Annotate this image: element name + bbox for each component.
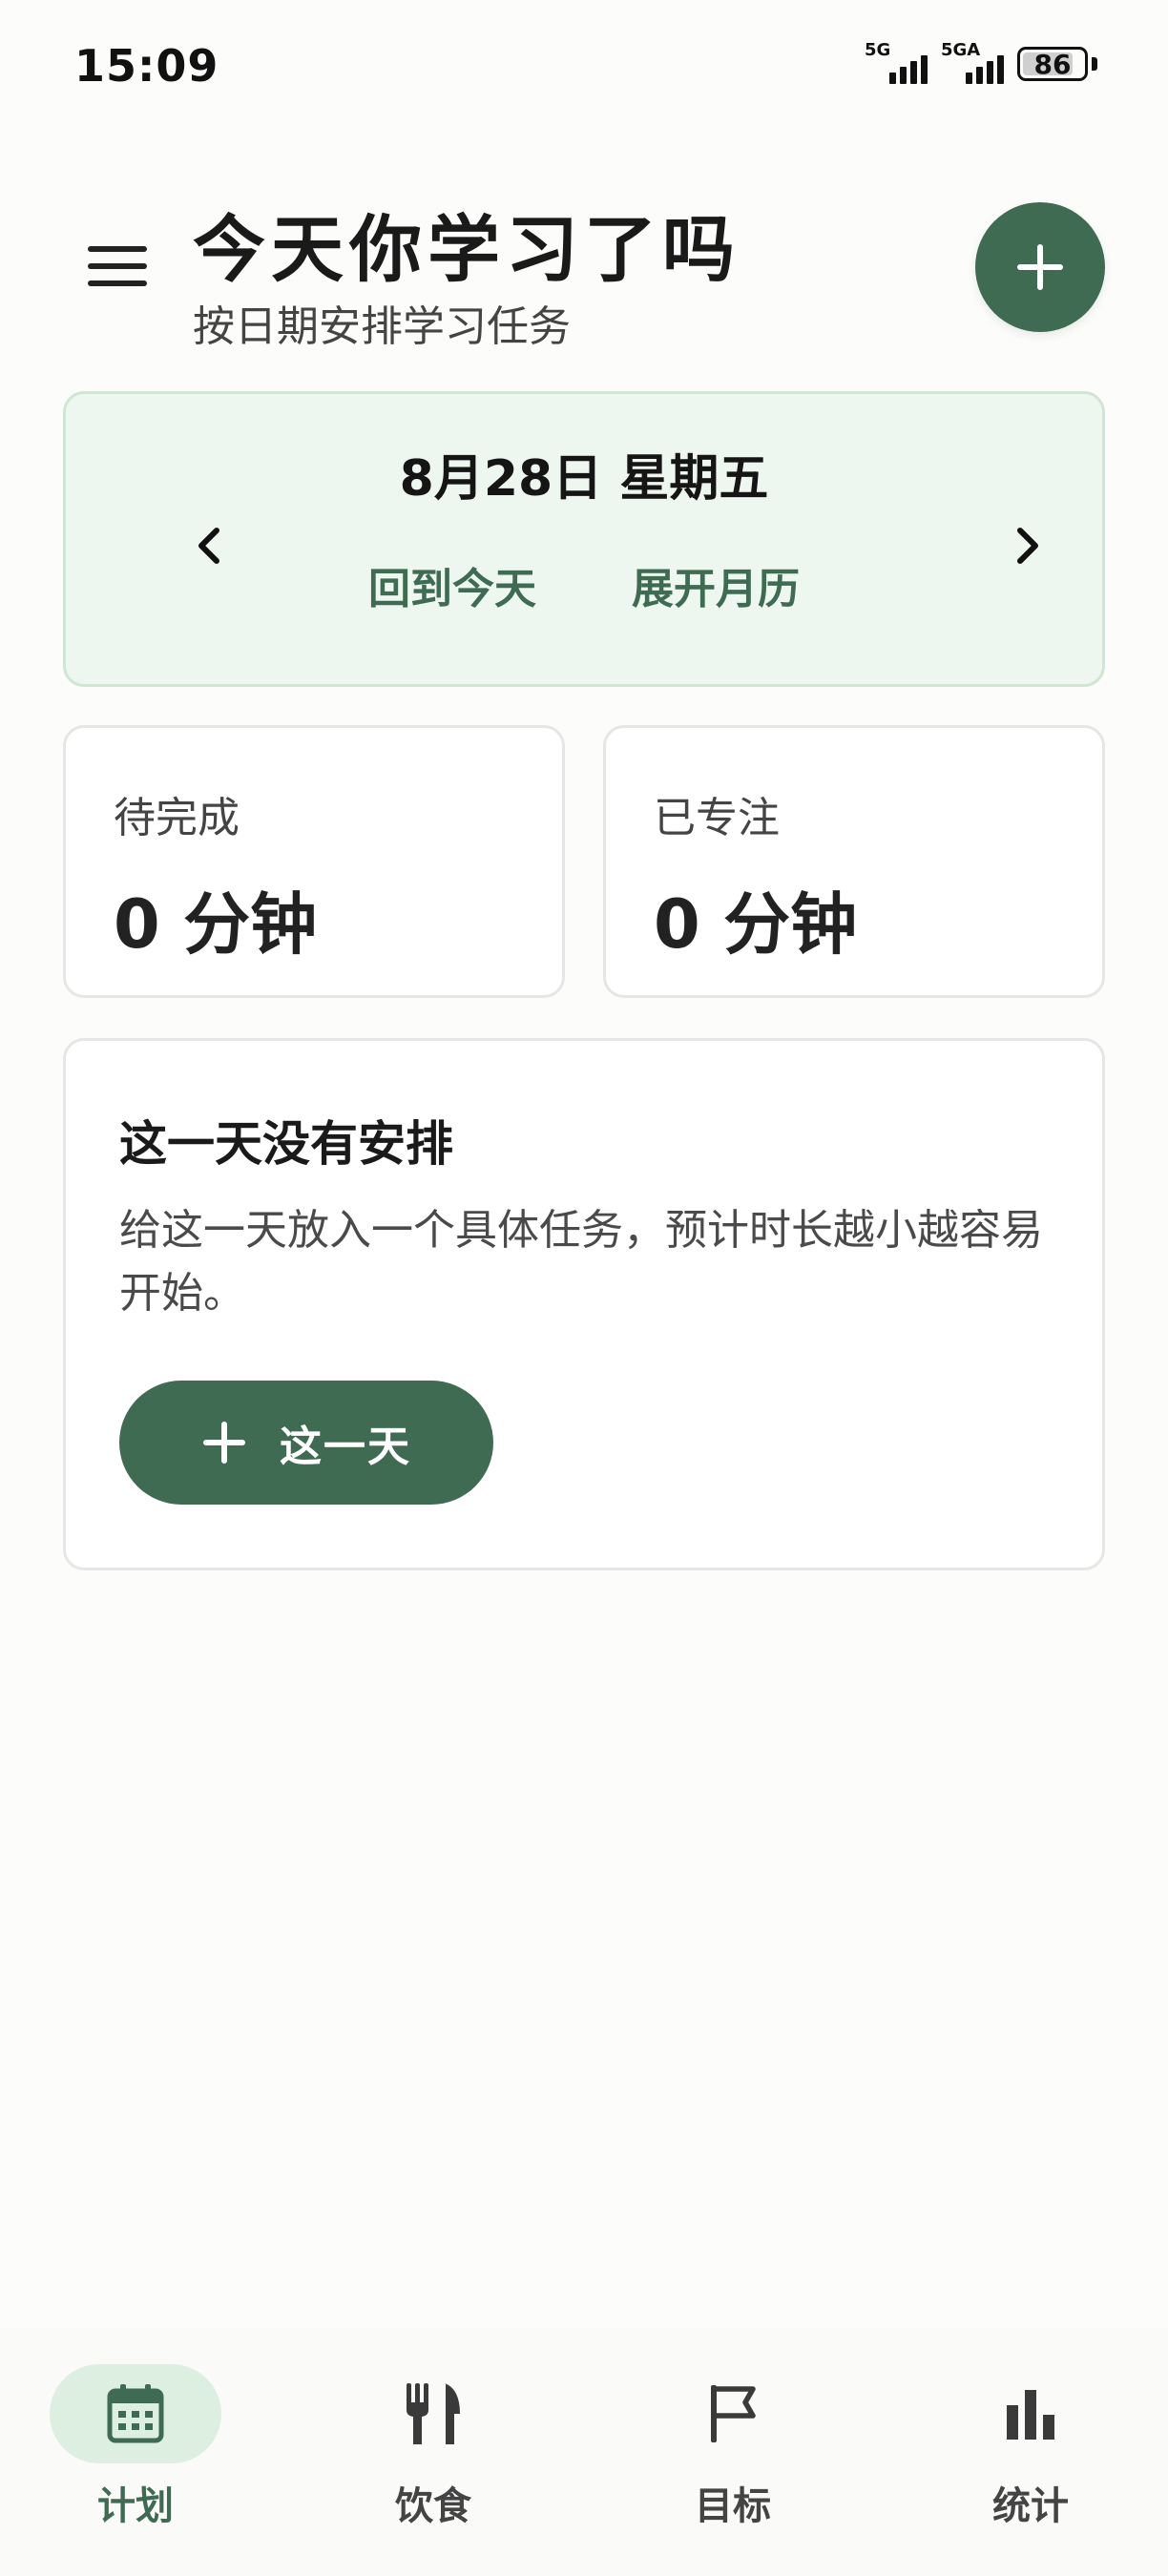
focused-label: 已专注 [654,794,780,842]
focused-stat-card: 已专注 0 分钟 [603,725,1105,998]
signal-bars-icon [889,55,928,84]
pending-label: 待完成 [114,794,240,842]
bottom-navigation: 计划 饮食 目标 统计 [0,2328,1168,2576]
status-icons: 5G 5GA 86 [865,40,1097,84]
nav-tab-goal[interactable]: 目标 [618,2364,847,2555]
nav-tab-stats-label: 统计 [992,2484,1069,2528]
calendar-icon [107,2384,164,2443]
nav-tab-food-indicator [347,2364,519,2463]
empty-state-card: 这一天没有安排 给这一天放入一个具体任务，预计时长越小越容易开始。 这一天 [63,1038,1105,1570]
signal-5g-icon: 5G [865,40,928,84]
nav-tab-food-label: 饮食 [395,2484,471,2528]
screen: 15:09 5G 5GA 86 今天你学习了吗 按日期安排学习任务 8月28日 … [0,0,1168,2576]
plus-icon [1017,244,1063,290]
flag-icon [711,2385,756,2442]
network-label-5g: 5G [865,40,891,60]
current-date: 8月28日 星期五 [399,450,769,508]
empty-state-description: 给这一天放入一个具体任务，预计时长越小越容易开始。 [119,1206,1043,1318]
back-to-today-link[interactable]: 回到今天 [368,554,536,615]
nav-tab-food[interactable]: 饮食 [319,2364,548,2555]
battery-tip [1092,57,1097,71]
nav-tab-stats-indicator [945,2364,1116,2463]
plus-icon [203,1422,245,1464]
date-selector-card: 8月28日 星期五 回到今天 展开月历 [63,391,1105,687]
status-time: 15:09 [74,40,219,92]
expand-calendar-link[interactable]: 展开月历 [632,554,800,615]
add-day-button-label: 这一天 [280,1423,411,1471]
battery-level: 86 [1033,48,1072,80]
menu-button[interactable] [84,240,151,292]
nav-tab-plan-label: 计划 [97,2484,174,2528]
empty-state-title: 这一天没有安排 [119,1116,453,1172]
page-subtitle: 按日期安排学习任务 [193,302,571,351]
signal-5ga-icon: 5GA [941,40,1004,84]
nav-tab-goal-indicator [647,2364,819,2463]
battery-icon: 86 [1017,47,1088,81]
nav-tab-plan[interactable]: 计划 [21,2364,250,2555]
signal-bars-icon [966,55,1004,84]
nav-tab-plan-indicator [50,2364,221,2463]
add-task-for-day-button[interactable]: 这一天 [119,1381,493,1505]
page-title: 今天你学习了吗 [193,207,740,292]
status-bar: 15:09 5G 5GA 86 [0,0,1168,134]
focused-value: 0 分钟 [654,885,858,964]
date-actions: 回到今天 展开月历 [66,554,1102,615]
nav-tab-stats[interactable]: 统计 [916,2364,1145,2555]
pending-value: 0 分钟 [114,885,318,964]
menu-icon [88,246,147,252]
utensils-icon [407,2383,460,2444]
add-task-button[interactable] [975,202,1105,332]
nav-tab-goal-label: 目标 [695,2484,771,2528]
pending-stat-card: 待完成 0 分钟 [63,725,565,998]
bar-chart-icon [1007,2390,1054,2440]
